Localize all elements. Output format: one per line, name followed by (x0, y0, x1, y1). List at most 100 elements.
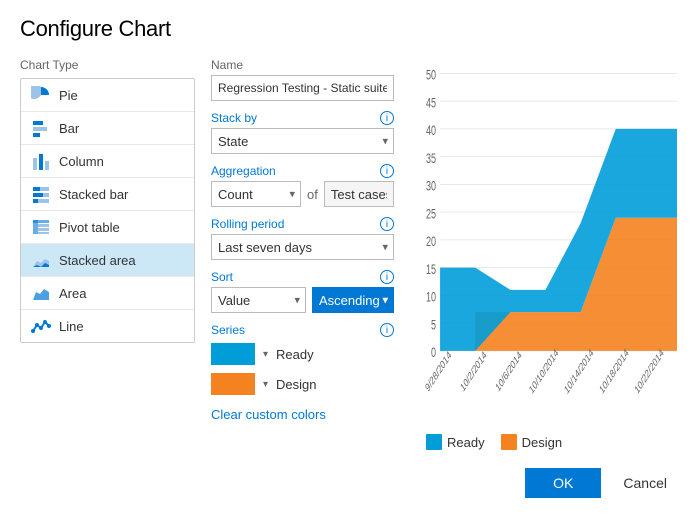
svg-text:20: 20 (426, 234, 436, 249)
chart-type-bar[interactable]: Bar (21, 112, 194, 145)
pie-icon (31, 86, 51, 104)
rolling-period-field-group: Rolling period i Last seven days (211, 217, 394, 260)
aggregation-label: Aggregation i (211, 164, 394, 178)
svg-text:25: 25 (426, 206, 436, 221)
sort-label: Sort i (211, 270, 394, 284)
chart-legend: Ready Design (418, 434, 679, 450)
config-panel: Name Stack by i State Aggregation i (195, 58, 410, 450)
legend-label-design: Design (522, 435, 562, 450)
bar-label: Bar (59, 121, 79, 136)
stacked-bar-label: Stacked bar (59, 187, 128, 202)
svg-text:5: 5 (431, 317, 436, 332)
series-item-ready: ▾ Ready (211, 343, 394, 365)
rolling-period-label: Rolling period i (211, 217, 394, 231)
legend-item-ready: Ready (426, 434, 485, 450)
stacked-area-label: Stacked area (59, 253, 136, 268)
sort-order-select-wrapper: Ascending Descending ▾ (312, 287, 394, 313)
chart-panel: 50 45 40 35 30 25 20 15 10 5 0 (410, 58, 679, 450)
dialog-footer: OK Cancel (20, 454, 679, 498)
chart-type-line[interactable]: Line (21, 310, 194, 342)
aggregation-select[interactable]: Count (211, 181, 301, 207)
line-icon (31, 317, 51, 335)
cancel-button[interactable]: Cancel (611, 468, 679, 498)
pivot-table-label: Pivot table (59, 220, 120, 235)
chart-container: 50 45 40 35 30 25 20 15 10 5 0 (418, 58, 679, 428)
aggregation-select-wrapper: Count (211, 181, 301, 207)
svg-text:30: 30 (426, 179, 436, 194)
clear-custom-colors-link[interactable]: Clear custom colors (211, 407, 326, 422)
legend-label-ready: Ready (447, 435, 485, 450)
svg-text:10: 10 (426, 290, 436, 305)
rolling-period-select[interactable]: Last seven days (211, 234, 394, 260)
name-field-group: Name (211, 58, 394, 101)
aggregation-field-input (324, 181, 394, 207)
dialog-body: Chart Type Pie (20, 58, 679, 450)
series-dropdown-design[interactable]: ▾ (263, 379, 268, 390)
area-icon (31, 284, 51, 302)
chart-type-panel: Chart Type Pie (20, 58, 195, 450)
series-color-ready[interactable] (211, 343, 255, 365)
chart-type-column[interactable]: Column (21, 145, 194, 178)
sort-info-icon[interactable]: i (380, 270, 394, 284)
aggregation-of-text: of (307, 187, 318, 202)
svg-text:0: 0 (431, 345, 436, 360)
stack-by-select-wrapper: State (211, 128, 394, 154)
aggregation-row: Count of (211, 181, 394, 207)
chart-type-area[interactable]: Area (21, 277, 194, 310)
configure-chart-dialog: Configure Chart Chart Type Pie (0, 0, 699, 514)
sort-field-group: Sort i Value Ascending Descending (211, 270, 394, 313)
column-icon (31, 152, 51, 170)
rolling-period-select-wrapper: Last seven days (211, 234, 394, 260)
pivot-table-icon (31, 218, 51, 236)
name-label: Name (211, 58, 394, 72)
sort-field-select-wrapper: Value (211, 287, 306, 313)
legend-color-ready (426, 434, 442, 450)
area-label: Area (59, 286, 86, 301)
sort-order-select[interactable]: Ascending Descending (312, 287, 394, 313)
chart-type-label: Chart Type (20, 58, 195, 72)
legend-color-design (501, 434, 517, 450)
sort-field-select[interactable]: Value (211, 287, 306, 313)
stack-by-info-icon[interactable]: i (380, 111, 394, 125)
series-name-ready: Ready (276, 347, 314, 362)
stacked-bar-icon (31, 185, 51, 203)
stack-by-select[interactable]: State (211, 128, 394, 154)
svg-text:35: 35 (426, 151, 436, 166)
aggregation-field-group: Aggregation i Count of (211, 164, 394, 207)
series-item-design: ▾ Design (211, 373, 394, 395)
sort-row: Value Ascending Descending ▾ (211, 287, 394, 313)
chart-type-list: Pie Bar (20, 78, 195, 343)
chart-type-stacked-area[interactable]: Stacked area (21, 244, 194, 277)
pie-label: Pie (59, 88, 78, 103)
chart-type-pie[interactable]: Pie (21, 79, 194, 112)
svg-text:40: 40 (426, 123, 436, 138)
legend-item-design: Design (501, 434, 562, 450)
svg-text:50: 50 (426, 68, 436, 83)
svg-text:10/22/2014: 10/22/2014 (633, 346, 666, 397)
rolling-period-info-icon[interactable]: i (380, 217, 394, 231)
chart-svg: 50 45 40 35 30 25 20 15 10 5 0 (418, 58, 679, 428)
bar-icon (31, 119, 51, 137)
svg-text:15: 15 (426, 262, 436, 277)
series-info-icon[interactable]: i (380, 323, 394, 337)
stacked-area-icon (31, 251, 51, 269)
chart-type-pivot-table[interactable]: Pivot table (21, 211, 194, 244)
dialog-title: Configure Chart (20, 16, 679, 42)
series-dropdown-ready[interactable]: ▾ (263, 349, 268, 360)
column-label: Column (59, 154, 104, 169)
series-label: Series i (211, 323, 394, 337)
svg-text:10/2/2014: 10/2/2014 (459, 349, 489, 395)
series-color-design[interactable] (211, 373, 255, 395)
svg-text:45: 45 (426, 95, 436, 110)
svg-text:10/10/2014: 10/10/2014 (528, 346, 561, 397)
svg-text:9/28/2014: 9/28/2014 (424, 349, 454, 395)
series-field-group: Series i ▾ Ready ▾ Design (211, 323, 394, 422)
ok-button[interactable]: OK (525, 468, 601, 498)
svg-text:10/6/2014: 10/6/2014 (494, 349, 524, 395)
name-input[interactable] (211, 75, 394, 101)
svg-text:10/14/2014: 10/14/2014 (563, 346, 596, 397)
aggregation-info-icon[interactable]: i (380, 164, 394, 178)
chart-type-stacked-bar[interactable]: Stacked bar (21, 178, 194, 211)
stack-by-label: Stack by i (211, 111, 394, 125)
line-label: Line (59, 319, 84, 334)
